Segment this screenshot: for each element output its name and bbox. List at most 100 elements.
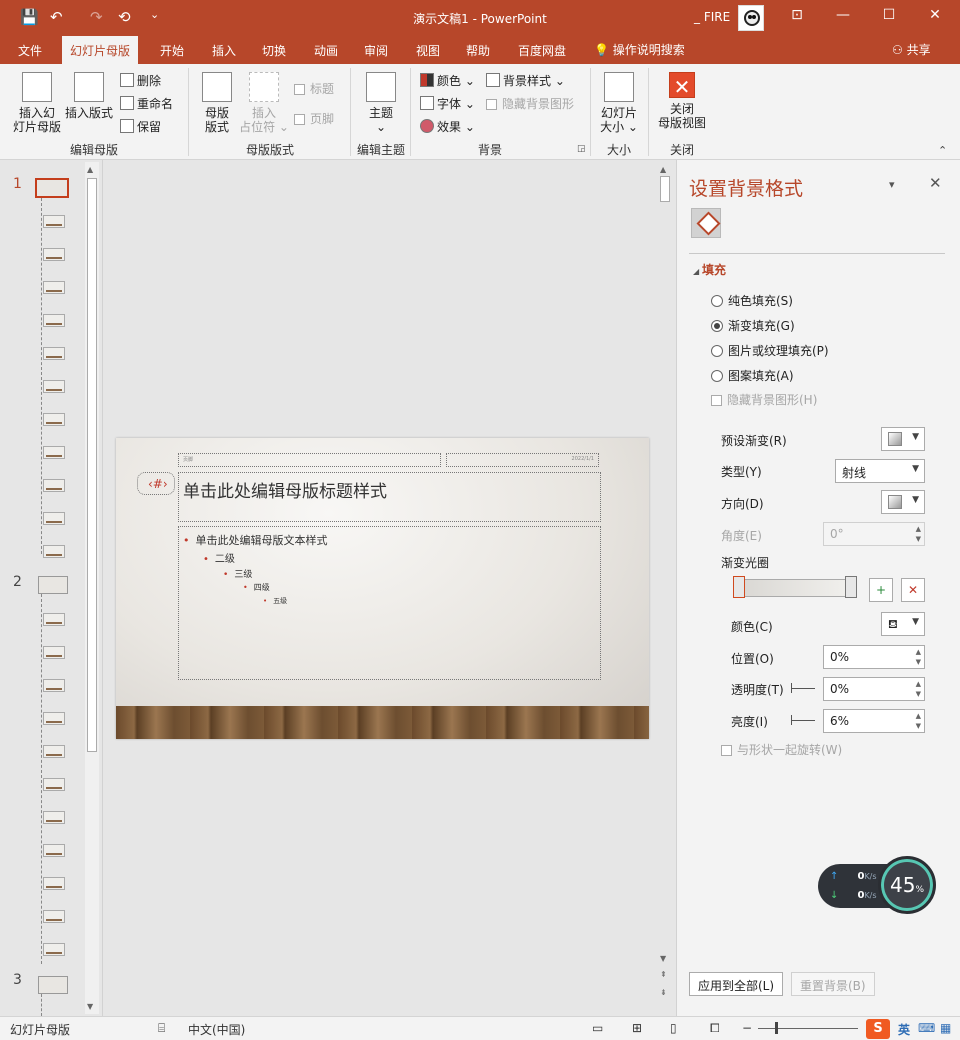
gradient-stop-2[interactable] xyxy=(845,576,857,598)
thumbnail-layout[interactable] xyxy=(43,248,65,261)
avatar[interactable] xyxy=(738,5,764,31)
tab-baidu-netdisk[interactable]: 百度网盘 xyxy=(518,42,566,59)
collapse-ribbon-icon[interactable]: ⌃ xyxy=(938,144,947,157)
thumbnail-layout[interactable] xyxy=(43,910,65,923)
zoom-slider-thumb[interactable] xyxy=(775,1022,778,1034)
dialog-launcher-icon[interactable]: ◲ xyxy=(577,144,586,154)
tab-transitions[interactable]: 切换 xyxy=(262,42,286,59)
keyboard-icon[interactable]: ⌨ xyxy=(918,1021,935,1035)
tab-slide-master[interactable]: 幻灯片母版 xyxy=(62,36,139,64)
zoom-slider[interactable] xyxy=(758,1028,858,1029)
gradient-stop-1[interactable] xyxy=(733,576,745,598)
thumbnail-layout[interactable] xyxy=(43,479,65,492)
thumbnail-layout[interactable] xyxy=(43,545,65,558)
transparency-input[interactable]: 0% ▲ ▼ xyxy=(823,677,925,701)
thumbnail-layout[interactable] xyxy=(43,613,65,626)
thumbnail-layout[interactable] xyxy=(43,413,65,426)
slide-number-placeholder[interactable]: ‹#› xyxy=(137,472,175,495)
thumbnail-layout[interactable] xyxy=(43,943,65,956)
effects-button[interactable]: 效果 ⌄ xyxy=(420,118,475,135)
tab-file[interactable]: 文件 xyxy=(18,42,42,59)
thumbnail-layout[interactable] xyxy=(43,778,65,791)
stop-color-dropdown[interactable]: ⛾ ▼ xyxy=(881,612,925,636)
rename-button[interactable]: 重命名 xyxy=(120,95,173,112)
thumbnail-layout[interactable] xyxy=(43,281,65,294)
thumbnail-layout[interactable] xyxy=(43,844,65,857)
tell-me-search[interactable]: 💡 操作说明搜索 xyxy=(594,41,685,58)
direction-dropdown[interactable]: ▼ xyxy=(881,490,925,514)
thumbnail-layout[interactable] xyxy=(43,380,65,393)
sogou-ime-icon[interactable]: S xyxy=(866,1019,890,1039)
language-status[interactable]: 中文(中国) xyxy=(188,1021,245,1038)
thumbnail-layout[interactable] xyxy=(43,215,65,228)
scrollbar-thumb[interactable] xyxy=(660,176,670,202)
scroll-up-icon[interactable]: ▲ xyxy=(87,165,93,174)
transparency-slider[interactable] xyxy=(791,683,815,693)
body-placeholder[interactable]: • 单击此处编辑母版文本样式 • 二级 • 三级 • 四级 • 五级 xyxy=(178,526,601,680)
slideshow-icon[interactable]: ⧠ xyxy=(710,1021,720,1036)
share-button[interactable]: ⚇ 共享 xyxy=(892,41,931,58)
gradient-fill-radio[interactable]: 渐变填充(G) xyxy=(711,317,795,334)
memory-usage-gauge[interactable]: 45% xyxy=(878,856,936,914)
insert-layout-button[interactable]: 插入版式 xyxy=(62,72,116,120)
solid-fill-radio[interactable]: 纯色填充(S) xyxy=(711,292,793,309)
spinner-icon[interactable]: ▲ ▼ xyxy=(916,679,921,699)
close-master-view-button[interactable]: ✕ 关闭 母版视图 xyxy=(654,72,710,130)
thumbnail-layout[interactable] xyxy=(43,745,65,758)
fill-bucket-icon[interactable] xyxy=(691,208,721,238)
delete-button[interactable]: 删除 xyxy=(120,72,161,89)
ime-menu-icon[interactable]: ▦ xyxy=(940,1021,951,1035)
master-layout-button[interactable]: 母版 版式 xyxy=(196,72,238,134)
reading-view-icon[interactable]: ▯ xyxy=(670,1021,677,1035)
preserve-button[interactable]: 保留 xyxy=(120,118,161,135)
minimize-button[interactable]: — xyxy=(828,7,858,23)
thumbnail-layout[interactable] xyxy=(43,347,65,360)
fill-section-header[interactable]: ◢ 填充 xyxy=(693,261,726,278)
tab-review[interactable]: 审阅 xyxy=(364,42,388,59)
thumbnail-layout[interactable] xyxy=(43,712,65,725)
thumbnails-scrollbar[interactable]: ▲ ▼ xyxy=(85,162,99,1014)
date-placeholder[interactable]: 2022/1/1 xyxy=(446,453,599,467)
tab-help[interactable]: 帮助 xyxy=(466,42,490,59)
gradient-type-dropdown[interactable]: 射线 ▼ xyxy=(835,459,925,483)
background-styles-button[interactable]: 背景样式 ⌄ xyxy=(486,72,565,89)
thumbnail-master-1[interactable] xyxy=(35,178,69,198)
scroll-down-icon[interactable]: ▼ xyxy=(87,1002,93,1011)
spinner-icon[interactable]: ▲ ▼ xyxy=(916,647,921,667)
thumbnail-layout[interactable] xyxy=(43,314,65,327)
scroll-up-icon[interactable]: ▲ xyxy=(660,165,666,174)
canvas-scrollbar[interactable]: ▲ ▼ ⇞ ⇟ xyxy=(658,162,672,1014)
scrollbar-thumb[interactable] xyxy=(87,178,97,752)
spelling-check-icon[interactable]: ⌸ xyxy=(158,1021,165,1036)
insert-slide-master-button[interactable]: 插入幻 灯片母版 xyxy=(10,72,64,134)
remove-gradient-stop-button[interactable]: ✕ xyxy=(901,578,925,602)
thumbnail-layout[interactable] xyxy=(43,512,65,525)
previous-slide-icon[interactable]: ⇞ xyxy=(660,970,667,979)
title-placeholder[interactable]: 单击此处编辑母版标题样式 xyxy=(178,472,601,522)
thumbnail-layout[interactable] xyxy=(43,646,65,659)
thumbnail-layout[interactable] xyxy=(43,446,65,459)
normal-view-icon[interactable]: ▭ xyxy=(592,1021,603,1035)
pattern-fill-radio[interactable]: 图案填充(A) xyxy=(711,367,794,384)
brightness-input[interactable]: 6% ▲ ▼ xyxy=(823,709,925,733)
slide-master[interactable]: 页脚 2022/1/1 ‹#› 单击此处编辑母版标题样式 • 单击此处编辑母版文本… xyxy=(116,438,649,739)
picture-fill-radio[interactable]: 图片或纹理填充(P) xyxy=(711,342,829,359)
preset-gradient-dropdown[interactable]: ▼ xyxy=(881,427,925,451)
slide-size-button[interactable]: 幻灯片 大小 ⌄ xyxy=(596,72,642,134)
thumbnail-master-2[interactable] xyxy=(38,576,68,594)
slide-sorter-icon[interactable]: ⊞ xyxy=(632,1021,642,1035)
colors-button[interactable]: 颜色 ⌄ xyxy=(420,72,475,89)
ribbon-display-icon[interactable]: ⊡ xyxy=(782,7,812,23)
themes-button[interactable]: 主题 ⌄ xyxy=(358,72,404,134)
pane-close-icon[interactable]: ✕ xyxy=(929,174,942,192)
add-gradient-stop-button[interactable]: + xyxy=(869,578,893,602)
thumbnail-layout[interactable] xyxy=(43,679,65,692)
ime-mode[interactable]: 英 xyxy=(898,1021,910,1038)
tab-home[interactable]: 开始 xyxy=(160,42,184,59)
gradient-stops-bar[interactable] xyxy=(733,579,855,597)
thumbnail-master-3[interactable] xyxy=(38,976,68,994)
brightness-slider[interactable] xyxy=(791,715,815,725)
pane-options-icon[interactable]: ▾ xyxy=(889,178,895,191)
scroll-down-icon[interactable]: ▼ xyxy=(660,954,666,963)
footer-placeholder[interactable]: 页脚 xyxy=(178,453,441,467)
